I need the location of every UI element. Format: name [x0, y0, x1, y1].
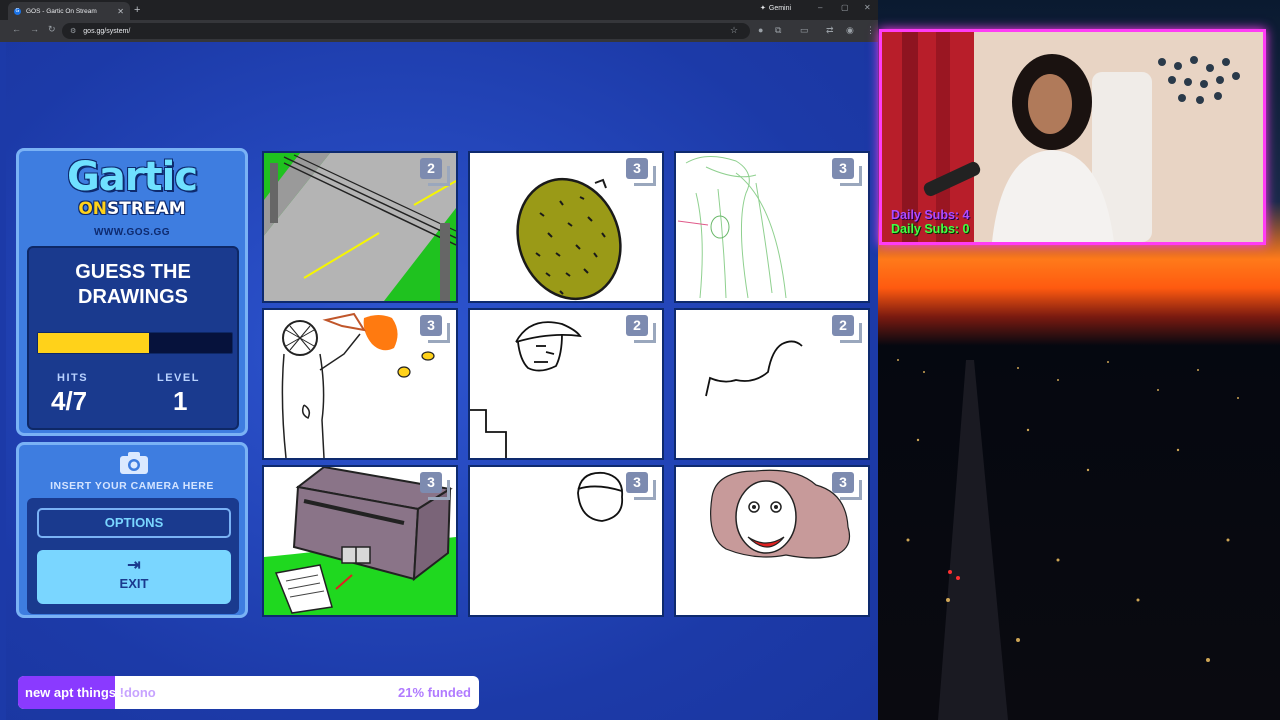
tab-title: GOS - Gartic On Stream — [26, 7, 97, 15]
site-info-icon[interactable]: ⚙ — [70, 27, 76, 35]
logo-on: ON — [78, 199, 108, 219]
drawing-card[interactable]: 3 — [674, 151, 870, 303]
gemini-button[interactable]: ✦ Gemini — [760, 4, 792, 13]
guess-count: 3 — [626, 158, 648, 179]
forward-arrow-icon[interactable]: → — [30, 24, 39, 34]
progress-fill — [38, 333, 149, 353]
guess-count-badge: 2 — [832, 315, 862, 343]
guess-count-badge: 2 — [420, 158, 450, 186]
guess-count-badge: 3 — [626, 472, 656, 500]
logo-stream: STREAM — [107, 199, 186, 219]
exit-door-icon: ⇥ — [127, 557, 141, 574]
close-tab-icon[interactable]: ✕ — [117, 7, 124, 16]
guess-count: 2 — [832, 315, 854, 336]
camera-placeholder-text: INSERT YOUR CAMERA HERE — [50, 480, 214, 492]
sidebar-icon[interactable]: ▭ — [800, 25, 809, 36]
gos-favicon-icon: G — [14, 7, 21, 15]
goal-label-rest: !dono — [116, 685, 156, 700]
new-tab-icon[interactable]: + — [134, 3, 140, 17]
browser-toolbar: ← → ↻ ⚙ gos.gg/system/ ☆ ● ⧉ ▭ ⇄ ◉ ⋮ — [0, 20, 878, 42]
cast-icon[interactable]: ⇄ — [826, 25, 834, 36]
hits-label: HITS — [57, 372, 89, 384]
camera-icon — [120, 452, 148, 474]
guess-count: 3 — [832, 158, 854, 179]
maximize-icon[interactable]: ▢ — [841, 3, 849, 12]
drawing-card[interactable]: 3 — [674, 465, 870, 617]
drawings-grid: 2 3 3 3 2 2 3 3 3 — [262, 151, 870, 619]
guess-count: 3 — [420, 472, 442, 493]
website-label: WWW.GOS.GG — [93, 227, 171, 238]
url-text: gos.gg/system/ — [83, 27, 131, 35]
guess-count-badge: 2 — [626, 315, 656, 343]
guess-count-badge: 3 — [832, 472, 862, 500]
drawing-card[interactable]: 2 — [468, 308, 664, 460]
game-info-panel: Gartic ONSTREAM WWW.GOS.GG GUESS THE DRA… — [16, 148, 248, 436]
reload-icon[interactable]: ↻ — [48, 24, 56, 35]
gartic-logo: Gartic ONSTREAM — [19, 155, 245, 219]
drawing-card[interactable]: 3 — [262, 465, 458, 617]
options-button[interactable]: OPTIONS — [37, 508, 231, 538]
guess-count: 3 — [832, 472, 854, 493]
goal-label-highlight: new apt things — [25, 685, 116, 700]
browser-tab[interactable]: G GOS - Gartic On Stream ✕ — [8, 2, 130, 20]
level-label: LEVEL — [157, 372, 200, 384]
round-progress-bar — [37, 332, 233, 354]
drawing-card[interactable]: 3 — [468, 151, 664, 303]
close-window-icon[interactable]: ✕ — [864, 3, 871, 12]
guess-count: 3 — [626, 472, 648, 493]
gemini-label: Gemini — [768, 4, 792, 12]
guess-count-badge: 3 — [420, 472, 450, 500]
goal-label: new apt things !dono — [25, 685, 156, 700]
hits-value: 4/7 — [51, 386, 88, 416]
round-box: GUESS THE DRAWINGS HITS 4/7 LEVEL 1 — [27, 246, 239, 430]
profile-icon[interactable]: ● — [758, 25, 763, 35]
drawing-card[interactable]: 2 — [674, 308, 870, 460]
donation-goal-bar: new apt things !dono 21% funded — [18, 676, 479, 709]
round-title: GUESS THE DRAWINGS — [75, 261, 191, 308]
bookmark-star-icon[interactable]: ☆ — [730, 25, 738, 36]
level-value: 1 — [173, 386, 188, 416]
camera-panel: INSERT YOUR CAMERA HERE OPTIONS ⇥ EXIT — [16, 442, 248, 618]
daily-subs-counter: Daily Subs: 4 — [891, 208, 970, 222]
guess-count: 2 — [626, 315, 648, 336]
menu-buttons: OPTIONS ⇥ EXIT — [27, 498, 239, 614]
guess-count-badge: 3 — [420, 315, 450, 343]
goal-percent: 21% funded — [398, 685, 471, 700]
tab-bar: G GOS - Gartic On Stream ✕ + ✦ Gemini – … — [0, 0, 878, 20]
drawing-card[interactable]: 2 — [262, 151, 458, 303]
guess-count-badge: 3 — [832, 158, 862, 186]
drawing-card[interactable]: 3 — [468, 465, 664, 617]
guess-count: 3 — [420, 315, 442, 336]
drawing-card[interactable]: 3 — [262, 308, 458, 460]
menu-icon[interactable]: ⋮ — [866, 25, 875, 36]
extensions-icon[interactable]: ⧉ — [775, 25, 781, 36]
logo-main: Gartic — [66, 154, 198, 200]
guess-count: 2 — [420, 158, 442, 179]
exit-button[interactable]: ⇥ EXIT — [37, 550, 231, 604]
logo-sub: ONSTREAM — [19, 199, 245, 219]
guess-count-badge: 3 — [626, 158, 656, 186]
back-arrow-icon[interactable]: ← — [12, 24, 21, 34]
account-icon[interactable]: ◉ — [846, 25, 854, 36]
daily-subs-counter: Daily Subs: 0 — [891, 222, 970, 236]
exit-label: EXIT — [119, 576, 149, 591]
gemini-sparkle-icon: ✦ — [760, 5, 766, 12]
address-bar[interactable]: ⚙ gos.gg/system/ — [62, 23, 750, 39]
minimize-icon[interactable]: – — [818, 3, 822, 12]
